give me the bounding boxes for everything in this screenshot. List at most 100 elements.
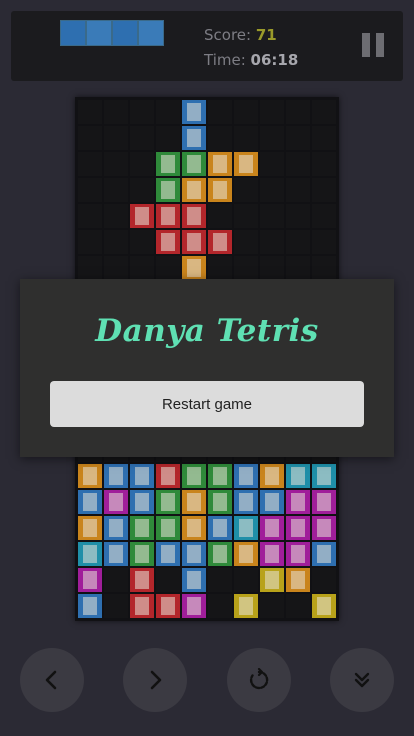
board-cell-empty [234, 178, 258, 202]
tile-photo [317, 545, 331, 563]
board-cell-empty [260, 204, 284, 228]
tile-photo [213, 233, 227, 251]
tile-photo [187, 519, 201, 537]
board-cell-empty [286, 256, 310, 280]
board-cell-empty [78, 100, 102, 124]
tile-photo [135, 207, 149, 225]
tile-photo [187, 155, 201, 173]
board-cell-empty [260, 256, 284, 280]
board-cell-empty [104, 230, 128, 254]
score-value: 71 [255, 26, 277, 44]
next-piece-cell [86, 20, 112, 46]
restart-button[interactable]: Restart game [50, 381, 364, 427]
tile-photo [265, 467, 279, 485]
tile-photo [265, 571, 279, 589]
tile-photo [83, 545, 97, 563]
board-cell-empty [104, 594, 128, 618]
tile-photo [317, 597, 331, 615]
tile-photo [187, 545, 201, 563]
board-cell-empty [234, 568, 258, 592]
tile-photo [187, 493, 201, 511]
tile-photo [213, 545, 227, 563]
tile-photo [239, 519, 253, 537]
board-cell-empty [286, 100, 310, 124]
board-cell-empty [130, 256, 154, 280]
next-piece-cell [60, 20, 86, 46]
rotate-button[interactable] [227, 648, 291, 712]
board-cell-empty [156, 568, 180, 592]
board-cell-empty [312, 126, 336, 150]
board-cell-empty [260, 100, 284, 124]
tile-photo [109, 545, 123, 563]
tile-photo [83, 467, 97, 485]
tile-photo [317, 519, 331, 537]
tile-photo [161, 207, 175, 225]
tile-photo [161, 233, 175, 251]
tile-photo [265, 519, 279, 537]
tile-photo [213, 155, 227, 173]
board-cell-empty [104, 178, 128, 202]
tile-photo [239, 545, 253, 563]
board-cell-empty [208, 568, 232, 592]
tile-photo [161, 181, 175, 199]
pause-icon [362, 33, 370, 57]
board-cell-empty [286, 126, 310, 150]
tile-photo [187, 233, 201, 251]
move-right-button[interactable] [123, 648, 187, 712]
tile-photo [83, 493, 97, 511]
tile-photo [239, 467, 253, 485]
game-over-overlay: Danya Tetris Restart game [20, 279, 394, 457]
board-cell-empty [286, 178, 310, 202]
board-cell-empty [286, 152, 310, 176]
chevron-right-icon [150, 670, 162, 690]
board-cell-empty [156, 126, 180, 150]
board-cell-empty [78, 256, 102, 280]
pause-icon [376, 33, 384, 57]
tile-photo [161, 545, 175, 563]
tile-photo [291, 545, 305, 563]
tile-photo [291, 571, 305, 589]
board-cell-empty [312, 230, 336, 254]
tile-photo [187, 129, 201, 147]
board-cell-empty [260, 152, 284, 176]
board-cell-empty [208, 100, 232, 124]
board-cell-empty [312, 152, 336, 176]
board-cell-empty [156, 256, 180, 280]
board-cell-empty [156, 100, 180, 124]
board-cell-empty [208, 204, 232, 228]
board-cell-empty [260, 126, 284, 150]
board-cell-empty [312, 178, 336, 202]
tile-photo [187, 259, 201, 277]
tile-photo [161, 155, 175, 173]
tile-photo [265, 545, 279, 563]
tile-photo [187, 103, 201, 121]
board-cell-empty [286, 230, 310, 254]
board-cell-empty [104, 568, 128, 592]
tile-photo [291, 467, 305, 485]
board-cell-empty [130, 178, 154, 202]
drop-button[interactable] [330, 648, 394, 712]
board-cell-empty [260, 230, 284, 254]
board-cell-empty [130, 152, 154, 176]
board-cell-empty [104, 256, 128, 280]
tile-photo [187, 181, 201, 199]
board-cell-empty [234, 126, 258, 150]
board-cell-empty [234, 230, 258, 254]
board-cell-empty [260, 594, 284, 618]
board-cell-empty [104, 126, 128, 150]
tile-photo [83, 571, 97, 589]
tile-photo [213, 467, 227, 485]
tile-photo [213, 181, 227, 199]
top-bar: Score: 71 Time: 06:18 [11, 11, 403, 81]
board-cell-empty [208, 594, 232, 618]
board-cell-empty [130, 126, 154, 150]
tile-photo [135, 519, 149, 537]
tile-photo [239, 597, 253, 615]
tile-photo [213, 519, 227, 537]
move-left-button[interactable] [20, 648, 84, 712]
tile-photo [135, 467, 149, 485]
tile-photo [291, 519, 305, 537]
board-cell-empty [260, 178, 284, 202]
pause-button[interactable] [362, 33, 386, 57]
tile-photo [213, 493, 227, 511]
